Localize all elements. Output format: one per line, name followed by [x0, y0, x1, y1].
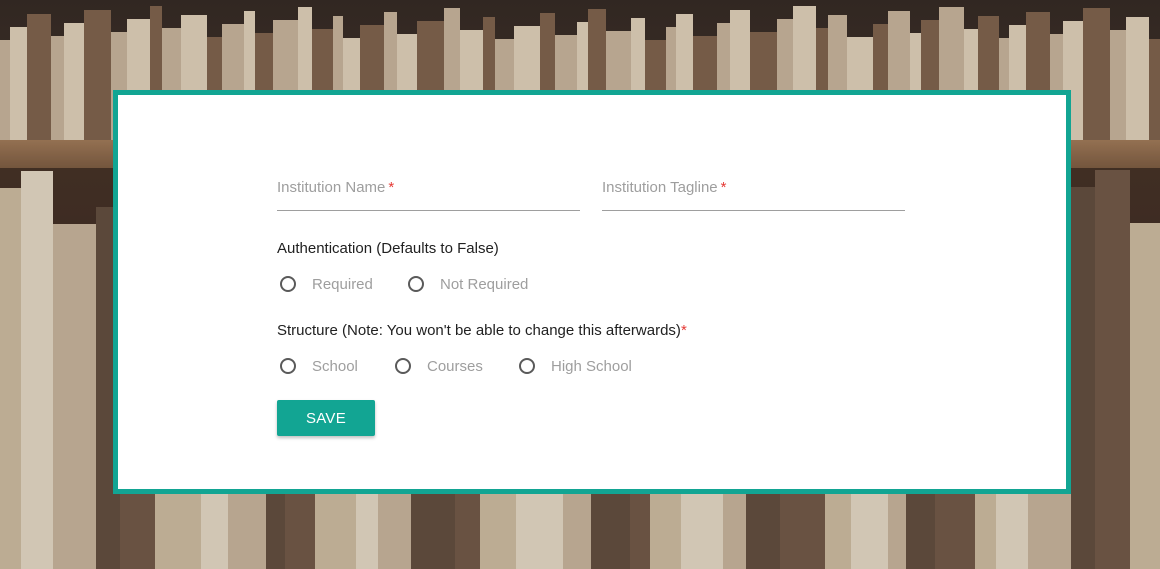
radio-circle-icon	[408, 276, 424, 292]
required-marker: *	[720, 179, 727, 196]
institution-form-card: Institution Name * Institution Tagline * A…	[113, 90, 1071, 494]
radio-circle-icon	[280, 358, 296, 374]
required-marker: *	[680, 322, 687, 339]
auth-radio-required[interactable]: Required	[280, 273, 373, 295]
structure-radio-courses[interactable]: Courses	[395, 355, 483, 377]
save-button[interactable]: SAVE	[277, 400, 375, 436]
institution-name-field[interactable]: Institution Name *	[277, 173, 580, 211]
required-marker: *	[388, 179, 395, 196]
institution-tagline-field[interactable]: Institution Tagline *	[602, 173, 905, 211]
structure-radio-high-school-label: High School	[551, 357, 632, 375]
radio-circle-icon	[280, 276, 296, 292]
structure-label: Structure (Note: You won't be able to ch…	[277, 322, 687, 339]
structure-radio-school-label: School	[312, 357, 358, 375]
radio-circle-icon	[395, 358, 411, 374]
structure-radio-school[interactable]: School	[280, 355, 358, 377]
auth-radio-not-required-label: Not Required	[440, 275, 529, 293]
institution-tagline-label: Institution Tagline *	[602, 179, 727, 196]
structure-radio-courses-label: Courses	[427, 357, 483, 375]
auth-radio-required-label: Required	[312, 275, 373, 293]
institution-name-label: Institution Name *	[277, 179, 395, 196]
radio-circle-icon	[519, 358, 535, 374]
auth-radio-not-required[interactable]: Not Required	[408, 273, 528, 295]
structure-radio-high-school[interactable]: High School	[519, 355, 632, 377]
authentication-label: Authentication (Defaults to False)	[277, 240, 499, 257]
